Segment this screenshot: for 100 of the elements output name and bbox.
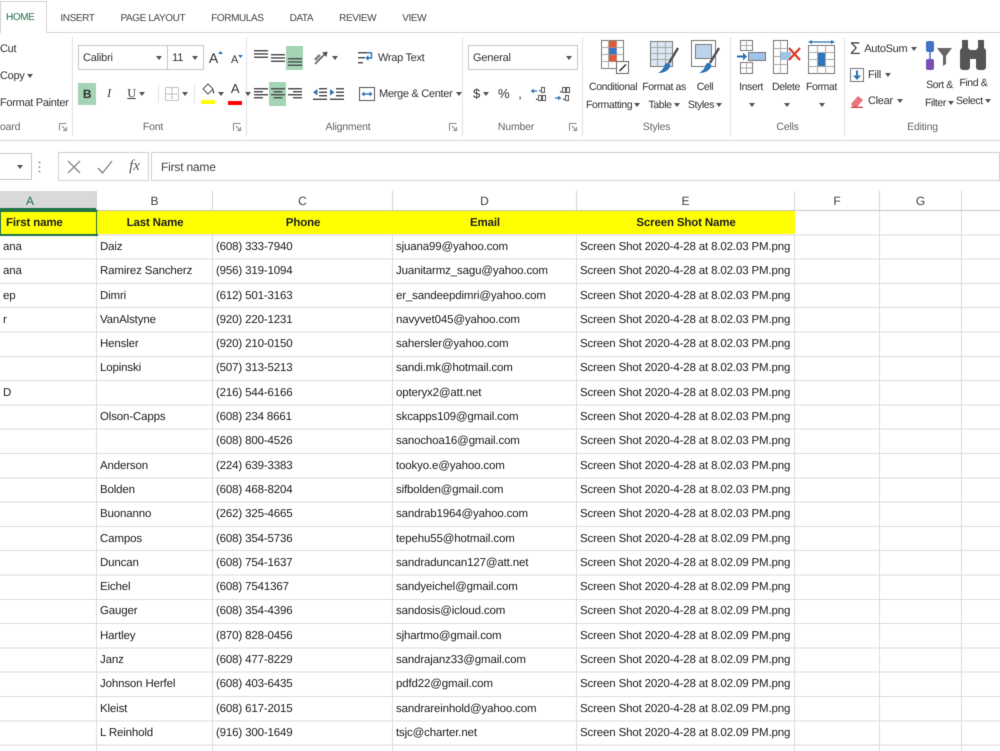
shrink-font-button[interactable]: A xyxy=(230,46,244,70)
dialog-launcher-icon[interactable] xyxy=(449,123,457,131)
table-cell-text: ana xyxy=(2,264,23,280)
align-center-icon xyxy=(270,88,284,99)
column-header[interactable]: C xyxy=(213,191,393,210)
find-select-button[interactable]: Find & Select xyxy=(956,37,991,110)
ribbon-command[interactable]: Copy xyxy=(0,64,34,87)
percent-button[interactable]: % xyxy=(494,82,512,106)
insert-button[interactable]: Insert xyxy=(736,37,766,114)
column-heading: Screen Shot Name xyxy=(577,211,795,234)
italic-button[interactable]: I xyxy=(100,82,118,104)
align-bottom-button[interactable] xyxy=(286,46,303,70)
underline-button[interactable]: U xyxy=(122,82,150,104)
wrap-text-button[interactable]: Wrap Text xyxy=(356,46,426,70)
currency-button[interactable]: $ xyxy=(470,82,492,106)
ribbon-tab[interactable]: HOME xyxy=(0,1,48,33)
formula-input[interactable]: First name xyxy=(151,152,1000,181)
table-cell-text: (608) 354-5736 xyxy=(215,532,294,546)
column-header[interactable]: A xyxy=(0,191,97,210)
column-heading: Email xyxy=(393,211,577,234)
ribbon-command[interactable]: Format Painter xyxy=(0,91,69,114)
table-cell-text: Eichel xyxy=(99,580,132,596)
ribbon-tab[interactable]: FORMULAS xyxy=(198,2,277,33)
table-cell-text: Kleist xyxy=(99,702,128,717)
comma-button[interactable]: , xyxy=(515,82,525,106)
table-cell-text: Anderson xyxy=(99,458,150,474)
align-center-button[interactable] xyxy=(269,82,286,106)
table-cell-text: VanAlstyne xyxy=(99,312,157,328)
font-name-dropdown[interactable]: Calibri xyxy=(78,45,168,70)
table-cell-text: Lopinski xyxy=(99,361,142,376)
bold-button[interactable]: B xyxy=(78,82,96,104)
insert-function-button[interactable]: fx xyxy=(127,156,142,178)
table-cell-text: sandrajanz33@gmail.com xyxy=(395,652,527,668)
table-cell-text: Hensler xyxy=(99,337,140,352)
column-header[interactable]: G xyxy=(880,191,962,210)
borders-icon xyxy=(165,86,179,100)
table-cell-text: (920) 210-0150 xyxy=(215,337,294,352)
table-cell-text: Screen Shot 2020-4-28 at 8.02.03 PM.png xyxy=(579,288,792,304)
table-cell-text: (262) 325-4665 xyxy=(215,507,294,522)
caret-icon xyxy=(17,164,23,168)
table-cell-text: sandyeichel@gmail.com xyxy=(395,580,519,596)
table-cell-text: sanochoa16@gmail.com xyxy=(395,434,521,450)
ribbon-tab[interactable]: VIEW xyxy=(389,2,440,33)
dialog-launcher-icon[interactable] xyxy=(233,123,241,131)
ribbon-tab[interactable]: INSERT xyxy=(47,2,108,33)
grow-font-button[interactable]: A xyxy=(208,46,224,70)
table-cell-text: Screen Shot 2020-4-28 at 8.02.09 PM.png xyxy=(579,604,792,620)
align-left-icon xyxy=(254,88,268,99)
column-heading: First name xyxy=(0,211,97,236)
table-cell-text: Bolden xyxy=(99,482,136,498)
dialog-launcher-icon[interactable] xyxy=(59,123,67,131)
table-cell-text: Screen Shot 2020-4-28 at 8.02.03 PM.png xyxy=(579,434,792,450)
column-header[interactable]: B xyxy=(97,191,213,210)
table-cell-text: er_sandeepdimri@yahoo.com xyxy=(395,288,547,304)
table-cell-text: (870) 828-0456 xyxy=(215,628,294,644)
table-cell-text: Johnson Herfel xyxy=(99,677,176,692)
table-cell-text: (608) 7541367 xyxy=(215,580,290,596)
table-cell-text: sandraduncan127@att.net xyxy=(395,556,530,571)
ribbon-command[interactable]: Cut xyxy=(0,37,16,60)
font-color-button[interactable]: A xyxy=(226,82,253,106)
table-cell-text: sandrab1964@yahoo.com xyxy=(395,507,529,522)
table-cell-text: sjuana99@yahoo.com xyxy=(395,240,509,255)
ribbon-tab[interactable]: DATA xyxy=(276,2,326,33)
table-cell-text: pdfd22@gmail.com xyxy=(395,677,494,692)
format-as-table-button[interactable]: Format as Table xyxy=(642,37,686,114)
cell-styles-button[interactable]: Cell Styles xyxy=(688,37,722,114)
ribbon-tab[interactable]: PAGE LAYOUT xyxy=(108,2,198,33)
dialog-launcher-icon[interactable] xyxy=(569,123,577,131)
clear-button[interactable]: Clear xyxy=(849,89,904,112)
table-cell-text: Screen Shot 2020-4-28 at 8.02.03 PM.png xyxy=(579,361,792,376)
table-cell-text: ana xyxy=(2,240,23,255)
column-header[interactable]: D xyxy=(393,191,577,210)
merge-center-button[interactable]: Merge & Center xyxy=(357,82,464,106)
caret-icon xyxy=(192,56,198,60)
table-cell-text: (608) 754-1637 xyxy=(215,556,294,571)
autosum-button[interactable]: Σ AutoSum xyxy=(849,37,918,60)
fill-button[interactable]: Fill xyxy=(849,63,892,86)
table-cell-text: (608) 477-8229 xyxy=(215,652,294,668)
number-format-dropdown[interactable]: General xyxy=(468,45,578,70)
sort-filter-button[interactable]: Sort & Filter xyxy=(925,37,954,112)
table-cell-text: (916) 300-1649 xyxy=(215,726,294,741)
bucket-icon xyxy=(201,82,215,95)
table-cell-text: Screen Shot 2020-4-28 at 8.02.09 PM.png xyxy=(579,580,792,596)
font-size-dropdown[interactable]: 11 xyxy=(167,45,204,70)
ribbon-tab[interactable]: REVIEW xyxy=(326,2,390,33)
column-header[interactable]: E xyxy=(577,191,795,210)
column-header[interactable]: F xyxy=(795,191,880,210)
delete-button[interactable]: Delete xyxy=(771,37,801,114)
insert-cells-icon xyxy=(736,40,766,74)
table-cell-text: (608) 800-4526 xyxy=(215,434,294,450)
fill-down-icon xyxy=(850,68,864,82)
conditional-formatting-button[interactable]: Conditional Formatting xyxy=(586,37,640,114)
format-button[interactable]: Format xyxy=(806,37,837,114)
table-cell-text: skcapps109@gmail.com xyxy=(395,410,520,426)
fill-color-button[interactable] xyxy=(199,82,226,106)
table-cell-text: Screen Shot 2020-4-28 at 8.02.03 PM.png xyxy=(579,337,792,352)
table-cell-text: navyvet045@yahoo.com xyxy=(395,312,521,328)
caret-up-icon xyxy=(218,50,223,54)
table-cell-text: L Reinhold xyxy=(99,726,154,741)
table-cell-text: Screen Shot 2020-4-28 at 8.02.09 PM.png xyxy=(579,652,792,668)
